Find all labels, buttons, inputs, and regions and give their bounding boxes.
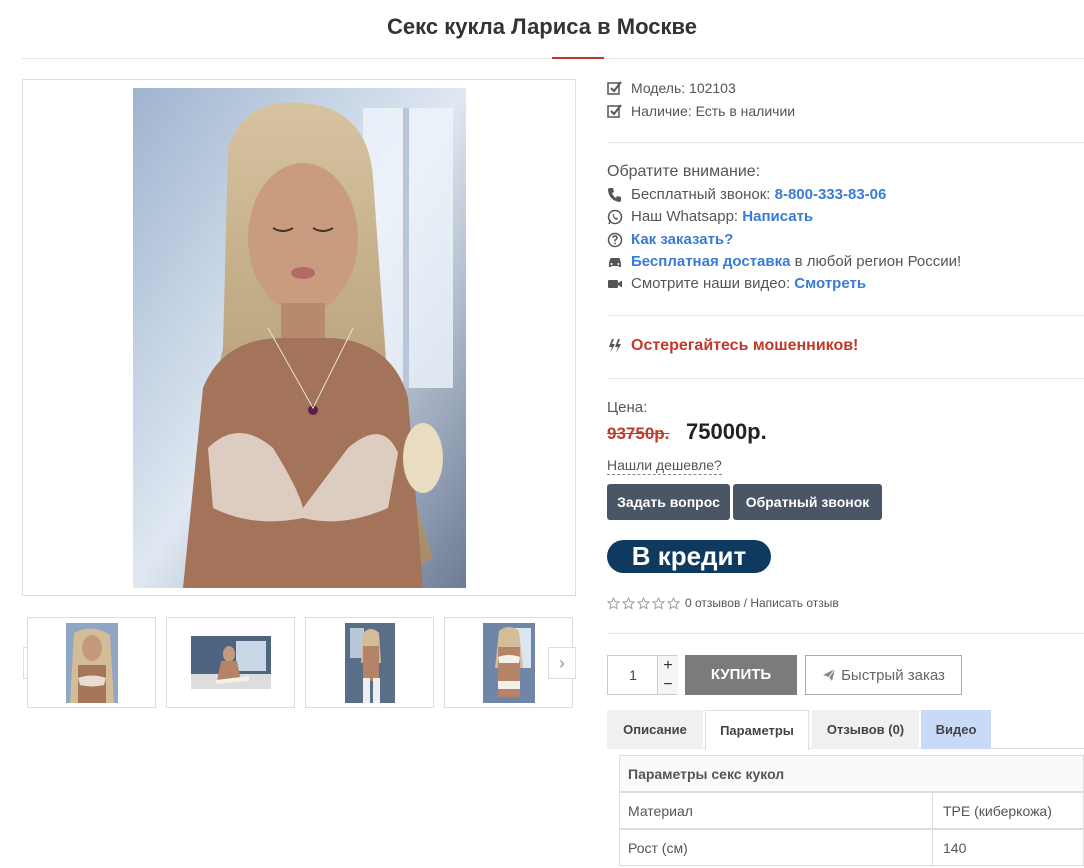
car-icon	[609, 257, 621, 267]
how-to-order-row: Как заказать?	[607, 231, 733, 248]
param-name: Рост (см)	[628, 840, 688, 856]
buy-button[interactable]: КУПИТЬ	[685, 655, 797, 695]
credit-button[interactable]: В кредит	[607, 540, 771, 573]
thumbnail-2[interactable]	[166, 617, 295, 708]
availability-label: Наличие: Есть в наличии	[631, 103, 796, 119]
phone-row: Бесплатный звонок: 8-800-333-83-06	[607, 186, 886, 203]
quick-order-label: Быстрый заказ	[841, 666, 945, 684]
rating-stars	[607, 596, 682, 610]
divider	[607, 315, 1084, 316]
table-row: Материал TPE (киберкожа)	[619, 792, 1084, 830]
model-row: Модель: 102103	[607, 80, 736, 96]
thumbnail-1[interactable]	[27, 617, 156, 708]
quick-order-button[interactable]: Быстрый заказ	[805, 655, 962, 695]
main-product-image[interactable]	[133, 88, 466, 588]
video-row: Смотрите наши видео: Смотреть	[607, 275, 866, 292]
tab-reviews[interactable]: Отзывов (0)	[812, 710, 919, 749]
found-cheaper-link[interactable]: Нашли дешевле?	[607, 457, 722, 475]
delivery-link[interactable]: Бесплатная доставка	[631, 253, 790, 270]
price-label: Цена:	[607, 399, 648, 416]
checkbox-checked-icon	[607, 81, 622, 95]
video-link[interactable]: Смотреть	[794, 275, 866, 292]
model-label: Модель: 102103	[631, 80, 736, 96]
how-to-order-link[interactable]: Как заказать?	[631, 231, 733, 248]
tab-description[interactable]: Описание	[607, 710, 703, 749]
param-name: Материал	[628, 803, 693, 819]
scam-warning-text: Остерегайтесь мошенников!	[631, 337, 859, 354]
divider	[607, 142, 1084, 143]
checkbox-checked-icon	[607, 104, 622, 118]
title-accent-line	[552, 57, 604, 59]
phone-link[interactable]: 8-800-333-83-06	[775, 186, 887, 203]
whatsapp-row: Наш Whatsapp: Написать	[607, 208, 813, 225]
callback-button[interactable]: Обратный звонок	[733, 484, 882, 520]
parameters-header-text: Параметры секс кукол	[628, 766, 785, 782]
phone-label: Бесплатный звонок:	[631, 186, 771, 203]
gallery-next-button[interactable]: ›	[548, 647, 576, 679]
video-camera-icon	[608, 279, 622, 288]
question-circle-icon	[607, 232, 623, 247]
reviews-summary: 0 отзывов / Написать отзыв	[607, 596, 839, 610]
page-title: Секс кукла Лариса в Москве	[387, 14, 697, 39]
whatsapp-label: Наш Whatsapp:	[631, 208, 739, 225]
availability-row: Наличие: Есть в наличии	[607, 103, 795, 119]
new-price: 75000р.	[686, 419, 767, 444]
notice-title: Обратите внимание:	[607, 163, 761, 180]
star-empty-icon	[607, 596, 620, 610]
whatsapp-icon	[607, 209, 623, 224]
star-empty-icon	[652, 596, 665, 610]
star-empty-icon	[637, 596, 650, 610]
divider	[607, 633, 1084, 634]
star-empty-icon	[667, 596, 680, 610]
param-value: TPE (киберкожа)	[932, 793, 1052, 830]
tab-parameters[interactable]: Параметры	[705, 710, 809, 750]
parameters-table-header: Параметры секс кукол	[619, 755, 1084, 792]
scam-warning[interactable]: Остерегайтесь мошенников!	[607, 337, 858, 355]
tab-video[interactable]: Видео	[921, 710, 991, 749]
old-price: 93750р.	[607, 424, 670, 443]
paper-plane-icon	[823, 668, 836, 681]
delivery-text: в любой регион России!	[794, 253, 962, 270]
thumbnail-3[interactable]	[305, 617, 434, 708]
table-row: Рост (см) 140	[619, 829, 1084, 867]
video-label: Смотрите наши видео:	[631, 275, 791, 292]
quantity-input[interactable]: 1	[608, 656, 658, 694]
quantity-plus-button[interactable]: +	[657, 656, 678, 676]
star-empty-icon	[622, 596, 635, 610]
param-value: 140	[932, 830, 966, 867]
reviews-link[interactable]: 0 отзывов / Написать отзыв	[685, 596, 839, 610]
lightning-icon	[609, 339, 621, 353]
quantity-minus-button[interactable]: −	[657, 675, 678, 694]
divider	[607, 378, 1084, 379]
whatsapp-link[interactable]: Написать	[742, 208, 813, 225]
phone-icon	[608, 187, 621, 202]
quantity-stepper[interactable]: 1 + −	[607, 655, 678, 695]
ask-question-button[interactable]: Задать вопрос	[607, 484, 730, 520]
delivery-row: Бесплатная доставка в любой регион Росси…	[607, 253, 961, 270]
